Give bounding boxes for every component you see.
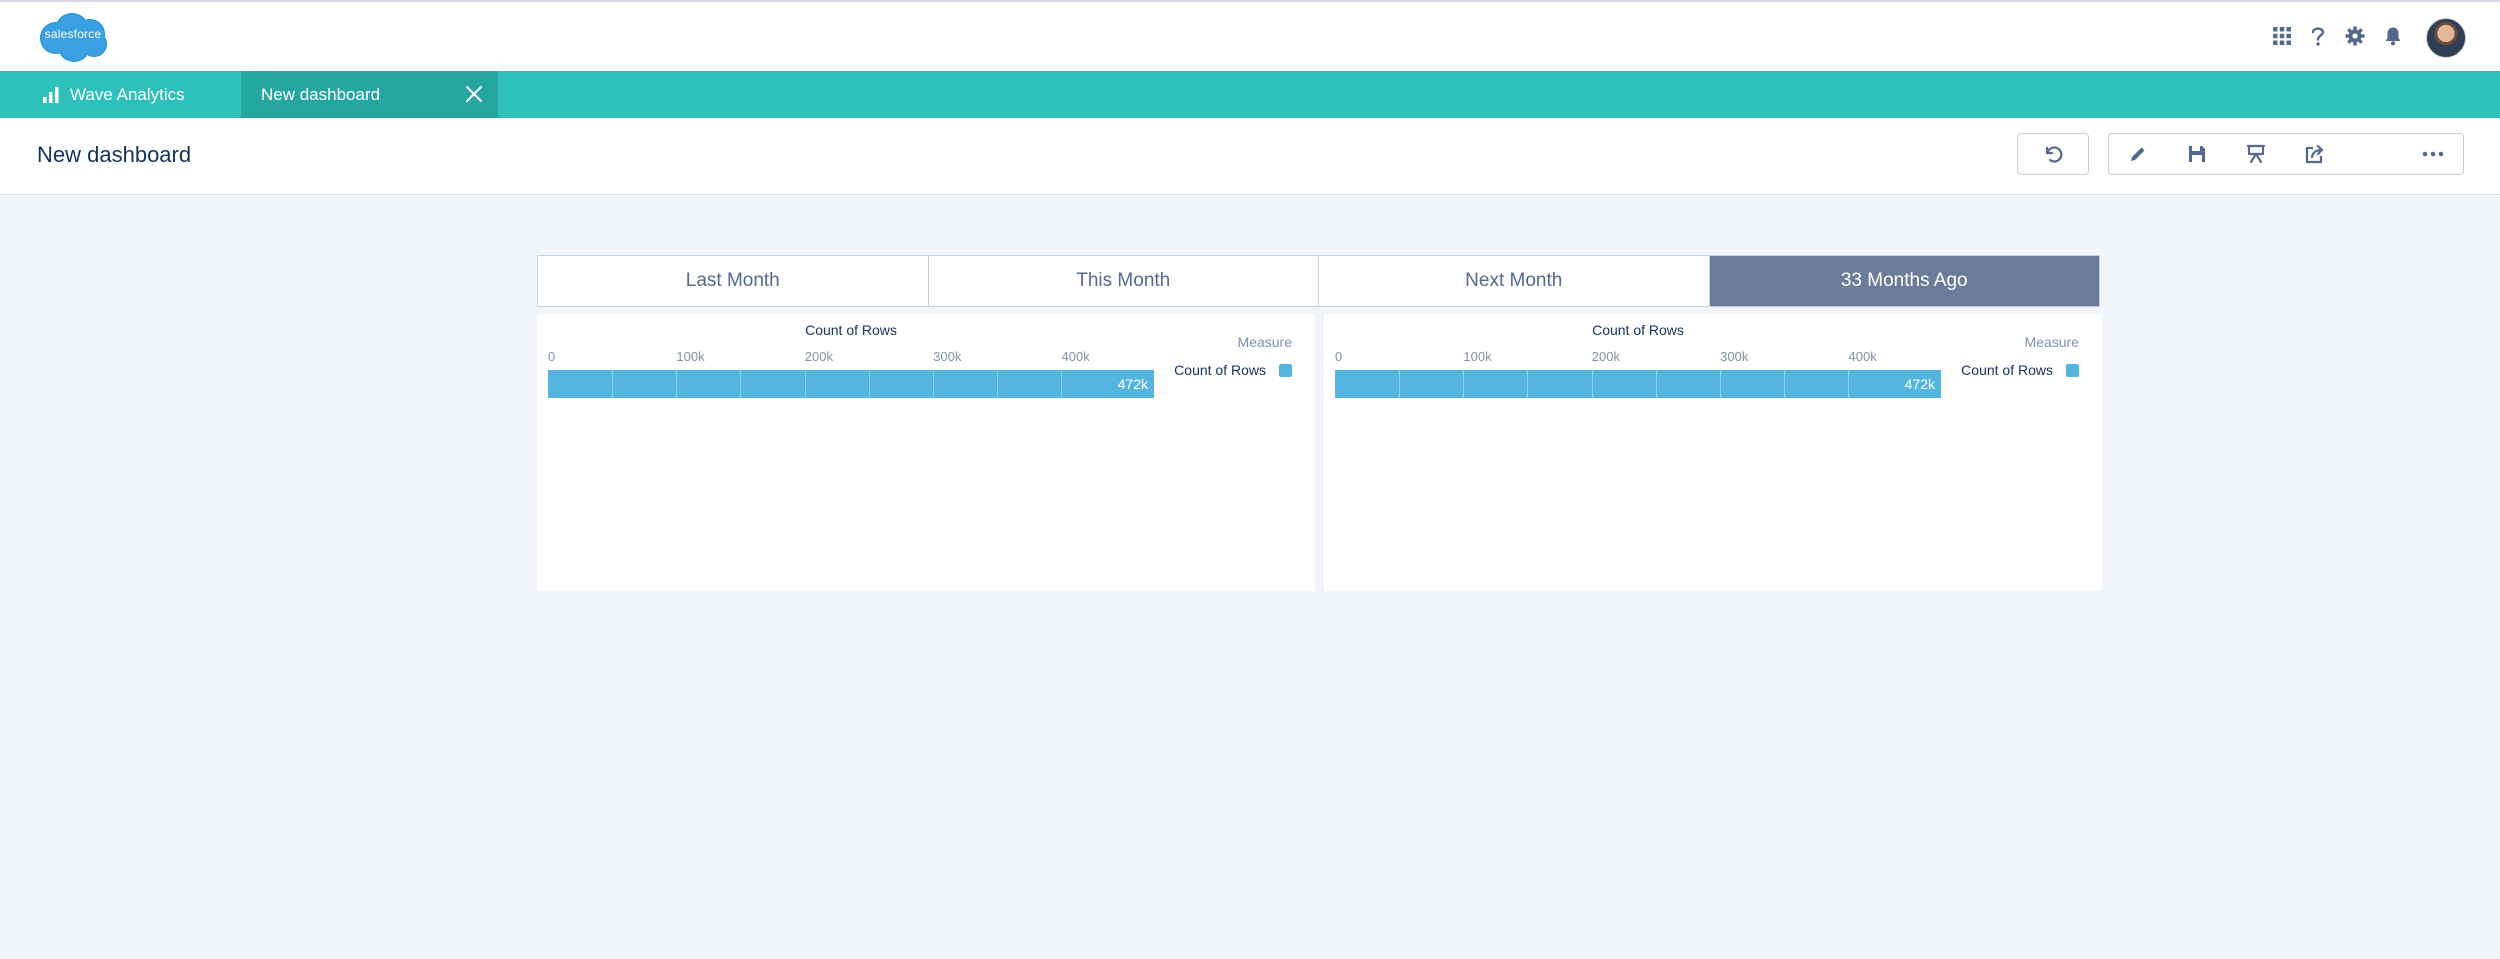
undo-icon (2045, 146, 2063, 163)
gridline (1784, 370, 1785, 398)
navigation-tab-bar: Wave Analytics New dashboard (0, 71, 2500, 118)
legend-item-label[interactable]: Count of Rows (1174, 362, 1266, 378)
gridline (869, 370, 870, 398)
filter-option-this-month[interactable]: This Month (928, 256, 1319, 306)
global-header: salesforce (0, 0, 2500, 71)
filter-option-next-month[interactable]: Next Month (1319, 256, 1710, 306)
logo-text: salesforce (44, 27, 102, 41)
x-tick-label: 0 (548, 349, 556, 364)
app-launcher-button[interactable] (2268, 22, 2296, 50)
gridline (933, 370, 934, 398)
x-tick-label: 300k (933, 349, 962, 364)
bar-count-of-rows[interactable]: 472k (1335, 370, 1941, 398)
x-tick-label: 200k (1591, 349, 1620, 364)
present-icon (2246, 144, 2265, 164)
app-tab-label: Wave Analytics (70, 84, 185, 104)
legend-swatch (2066, 364, 2079, 377)
undo-button[interactable] (2017, 133, 2089, 175)
gridline (1399, 370, 1400, 398)
help-button[interactable] (2304, 22, 2332, 50)
more-icon (2422, 151, 2444, 157)
gridline (997, 370, 998, 398)
app-tab-wave-analytics[interactable]: Wave Analytics (0, 71, 240, 118)
x-tick-label: 200k (804, 349, 833, 364)
close-icon (466, 86, 482, 102)
filter-option-last-month[interactable]: Last Month (538, 256, 929, 306)
bar-count-of-rows[interactable]: 472k (548, 370, 1154, 398)
app-launcher-icon (2273, 27, 2291, 45)
x-tick-label: 400k (1061, 349, 1090, 364)
page-title: New dashboard (37, 142, 192, 167)
x-tick-label: 300k (1720, 349, 1749, 364)
gridline (740, 370, 741, 398)
active-tab-label: New dashboard (261, 84, 381, 104)
legend-title: Measure (1237, 334, 1292, 350)
share-button[interactable] (2285, 133, 2345, 175)
tab-new-dashboard[interactable]: New dashboard (241, 71, 498, 118)
user-avatar[interactable] (2426, 18, 2466, 58)
gridline (1527, 370, 1528, 398)
x-tick-label: 100k (1463, 349, 1492, 364)
legend-swatch (1279, 364, 1292, 377)
gridline (676, 370, 677, 398)
more-actions-button[interactable] (2403, 133, 2464, 175)
x-tick-label: 0 (1335, 349, 1343, 364)
notifications-bell-icon (2385, 27, 2401, 46)
x-tick-label: 100k (676, 349, 705, 364)
x-tick-label: 400k (1848, 349, 1877, 364)
save-button[interactable] (2167, 133, 2227, 175)
help-icon (2311, 27, 2325, 46)
chart-widget-2[interactable]: Count of Rows 0 100k 200k 300k 400k 472k… (1324, 314, 2102, 591)
gridline (1720, 370, 1721, 398)
chart-title: Count of Rows (805, 322, 897, 338)
legend-title: Measure (2024, 334, 2079, 350)
edit-pencil-icon (2131, 147, 2145, 161)
edit-button[interactable] (2108, 133, 2168, 175)
salesforce-logo[interactable]: salesforce (34, 10, 112, 64)
gridline (1848, 370, 1849, 398)
chart-title: Count of Rows (1592, 322, 1684, 338)
setup-button[interactable] (2341, 22, 2369, 50)
chart-widget-1[interactable]: Count of Rows 0 100k 200k 300k 400k 472k… (537, 314, 1315, 591)
save-icon (2188, 146, 2205, 162)
gridline (805, 370, 806, 398)
page-header: New dashboard (0, 118, 2500, 195)
gridline (1656, 370, 1657, 398)
notifications-button[interactable] (2379, 22, 2407, 50)
filter-option-33-months-ago[interactable]: 33 Months Ago (1709, 256, 2099, 306)
close-tab-button[interactable] (465, 85, 483, 108)
share-icon (2305, 144, 2323, 164)
date-filter-toggle: Last Month This Month Next Month 33 Mont… (537, 255, 2100, 307)
bar-data-label: 472k (1117, 376, 1148, 392)
setup-gear-icon (2345, 26, 2365, 46)
bar-data-label: 472k (1904, 376, 1935, 392)
analytics-bar-chart-icon (43, 86, 59, 103)
gridline (1592, 370, 1593, 398)
present-button[interactable] (2226, 133, 2286, 175)
legend-item-label[interactable]: Count of Rows (1961, 362, 2053, 378)
gridline (612, 370, 613, 398)
blank-toolbar-button[interactable] (2344, 133, 2404, 175)
gridline (1463, 370, 1464, 398)
gridline (1061, 370, 1062, 398)
